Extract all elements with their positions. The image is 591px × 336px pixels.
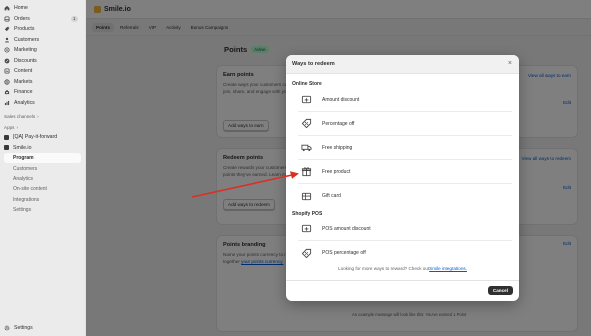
free-product-icon — [299, 165, 313, 179]
subitem-label: Settings — [13, 207, 32, 214]
app-item-label: Smile.io — [13, 144, 32, 151]
discounts-icon — [4, 58, 10, 64]
sidebar-subitem-settings[interactable]: Settings — [0, 205, 85, 215]
subitem-label: Program — [13, 155, 34, 162]
sidebar-item-customers[interactable]: Customers — [0, 35, 85, 46]
sidebar-item-marketing[interactable]: Marketing — [0, 45, 85, 56]
home-icon — [4, 5, 10, 11]
sidebar-nav: Home Orders 1 Products Customers Marketi… — [0, 0, 85, 108]
option-free-shipping[interactable]: Free shipping — [298, 136, 512, 160]
subitem-label: Integrations — [13, 196, 40, 203]
option-label: Free product — [322, 168, 351, 175]
sidebar-subitem-integrations[interactable]: Integrations — [0, 195, 85, 205]
option-label: POS percentage off — [322, 250, 366, 256]
sidebar-item-label: Discounts — [14, 57, 37, 64]
more-ways-text: Looking for more ways to reward? Check o… — [286, 266, 519, 271]
option-pos-percentage-off[interactable]: POS percentage off — [298, 241, 512, 265]
app-item-label: [QA] Pay-it-forward — [13, 134, 58, 141]
percentage-off-icon — [299, 117, 313, 131]
option-label: Amount discount — [322, 96, 360, 103]
chevron-right-icon: › — [37, 114, 39, 119]
markets-icon — [4, 79, 10, 85]
subitem-label: Customers — [13, 165, 38, 172]
sidebar-item-label: Content — [14, 68, 33, 75]
sidebar-item-markets[interactable]: Markets — [0, 77, 85, 88]
sidebar-item-label: Markets — [14, 78, 33, 85]
marketing-icon — [4, 47, 10, 53]
sidebar-item-label: Orders — [14, 15, 30, 22]
sidebar-item-discounts[interactable]: Discounts — [0, 56, 85, 67]
smile-app-icon — [4, 145, 9, 151]
sidebar-item-label: Products — [14, 26, 35, 33]
sales-channels-section[interactable]: Sales channels › — [0, 112, 85, 121]
app-item-smile-io[interactable]: Smile.io — [0, 143, 85, 154]
option-pos-amount-discount[interactable]: POS amount discount — [298, 217, 512, 241]
sidebar-item-label: Analytics — [14, 99, 35, 106]
customers-icon — [4, 37, 10, 43]
option-label: POS amount discount — [322, 225, 371, 232]
products-icon — [4, 26, 10, 32]
orders-count-badge: 1 — [70, 15, 78, 22]
option-label: Percentage off — [322, 120, 355, 127]
sidebar-item-label: Finance — [14, 89, 33, 96]
apps-section[interactable]: Apps › — [0, 123, 85, 132]
option-label: Free shipping — [322, 144, 353, 151]
sidebar-item-finance[interactable]: Finance — [0, 87, 85, 98]
ways-to-redeem-modal: Ways to redeem × Online Store Amount dis… — [286, 55, 519, 301]
option-percentage-off[interactable]: Percentage off — [298, 112, 512, 136]
modal-footer: Cancel — [286, 280, 519, 301]
sidebar-item-home[interactable]: Home — [0, 3, 85, 14]
cancel-button[interactable]: Cancel — [487, 286, 513, 295]
option-label: Gift card — [322, 193, 341, 199]
pos-percentage-off-icon — [299, 246, 313, 260]
sidebar-item-analytics[interactable]: Analytics — [0, 98, 85, 109]
sidebar-subitem-customers[interactable]: Customers — [0, 163, 85, 173]
option-amount-discount[interactable]: Amount discount — [298, 88, 512, 112]
sidebar-item-label: Settings — [14, 324, 33, 331]
sidebar-item-orders[interactable]: Orders 1 — [0, 14, 85, 25]
free-shipping-icon — [299, 141, 313, 155]
amount-discount-icon — [299, 93, 313, 107]
close-icon[interactable]: × — [508, 60, 512, 68]
sidebar-item-label: Customers — [14, 36, 40, 43]
gear-icon — [4, 325, 10, 331]
sidebar-item-content[interactable]: Content — [0, 66, 85, 77]
sidebar: Home Orders 1 Products Customers Marketi… — [0, 0, 86, 336]
gift-card-icon — [299, 189, 313, 203]
sidebar-item-settings[interactable]: Settings — [0, 323, 86, 334]
apps-label: Apps — [4, 125, 15, 130]
analytics-icon — [4, 100, 10, 106]
sidebar-item-label: Home — [14, 5, 28, 12]
more-ways-prefix: Looking for more ways to reward? Check o… — [338, 266, 430, 271]
smile-integrations-link[interactable]: Smile integrations. — [429, 266, 467, 271]
chevron-right-icon: › — [16, 125, 19, 130]
option-free-product[interactable]: Free product — [298, 160, 512, 184]
sidebar-subitem-program[interactable]: Program — [4, 153, 81, 164]
sidebar-subitem-on-site-content[interactable]: On-site content — [0, 184, 85, 194]
option-gift-card[interactable]: Gift card — [298, 184, 512, 208]
modal-header: Ways to redeem — [286, 55, 519, 74]
subitem-label: On-site content — [13, 186, 47, 193]
app-item-pay-it-forward[interactable]: [QA] Pay-it-forward — [0, 132, 85, 143]
orders-icon — [4, 16, 10, 22]
app-icon — [4, 134, 9, 140]
sidebar-subitem-analytics[interactable]: Analytics — [0, 174, 85, 184]
sidebar-settings: Settings — [0, 323, 86, 334]
content-icon — [4, 68, 10, 74]
sales-channels-label: Sales channels — [4, 114, 36, 119]
modal-title: Ways to redeem — [292, 61, 335, 67]
sidebar-item-products[interactable]: Products — [0, 24, 85, 35]
online-store-heading: Online Store — [292, 81, 322, 87]
sidebar-item-label: Marketing — [14, 47, 37, 54]
finance-icon — [4, 89, 10, 95]
subitem-label: Analytics — [13, 175, 34, 182]
pos-amount-discount-icon — [299, 222, 313, 236]
